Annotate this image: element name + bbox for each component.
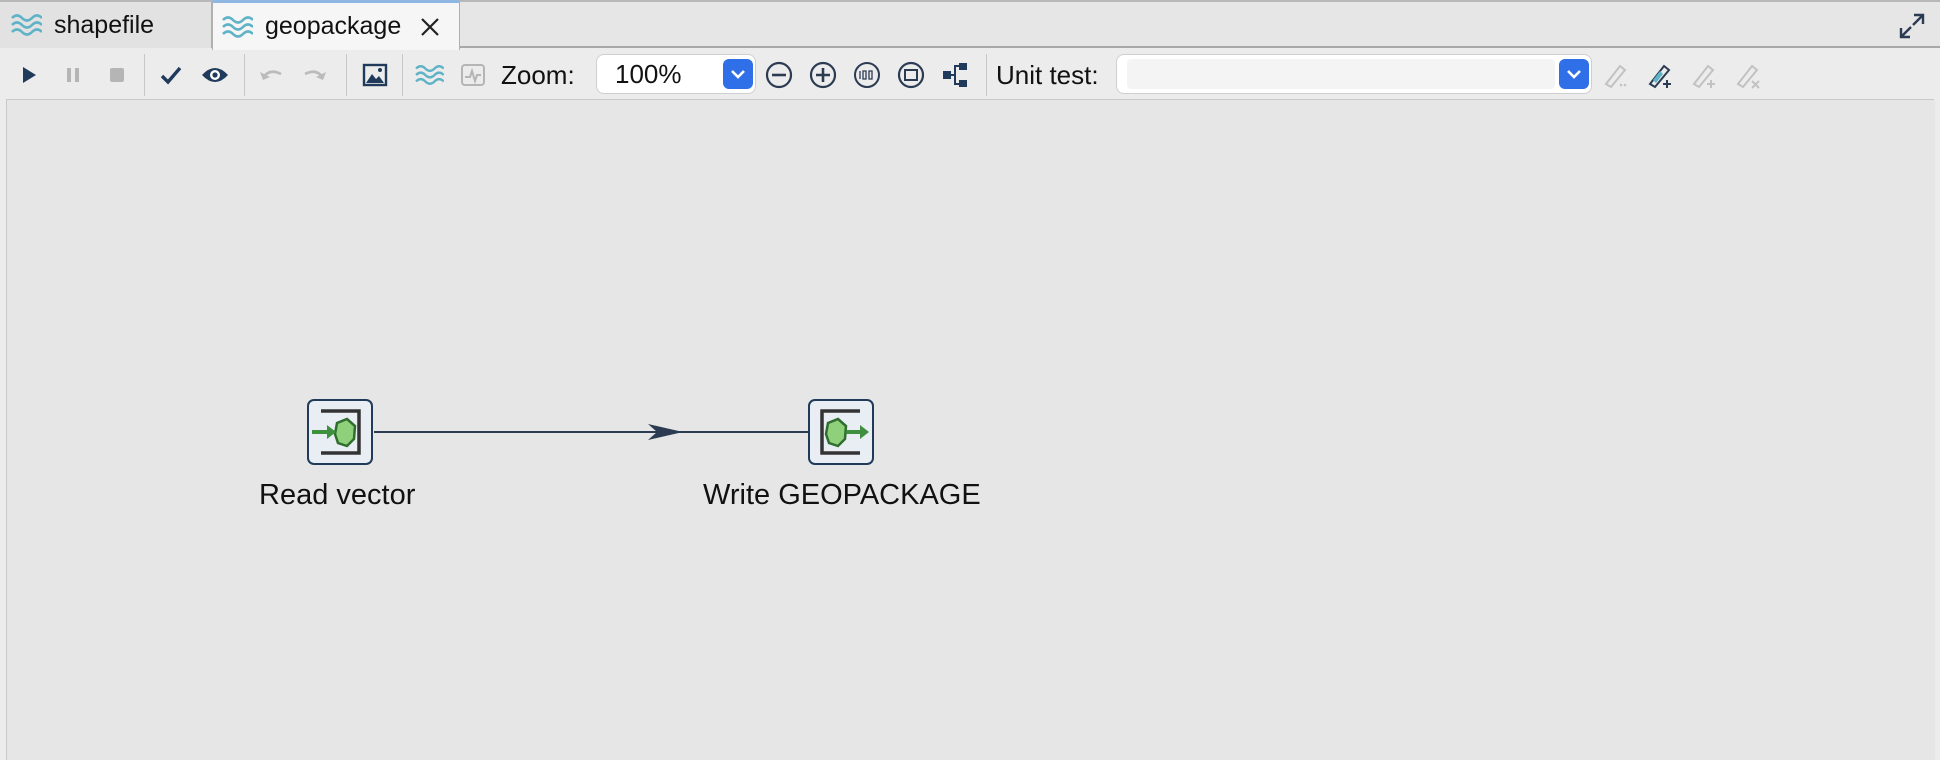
run-icon[interactable] [14, 60, 44, 90]
image-export-icon[interactable] [360, 60, 390, 90]
chevron-down-icon[interactable] [1559, 59, 1589, 89]
toolbar: Zoom: 100% Unit test: [6, 50, 1934, 100]
arrange-icon[interactable] [940, 60, 970, 90]
zoom-value: 100% [615, 59, 682, 89]
step-label-write-geopackage: Write GEOPACKAGE [703, 479, 981, 511]
transformation-icon [11, 14, 42, 36]
redo-icon[interactable] [300, 60, 330, 90]
chevron-down-icon[interactable] [723, 59, 753, 89]
unit-test-value-field [1127, 59, 1555, 89]
impact-icon[interactable] [458, 60, 488, 90]
tab-shapefile[interactable]: shapefile [0, 2, 212, 48]
undo-icon[interactable] [256, 60, 286, 90]
toolbar-separator [986, 54, 987, 96]
toolbar-separator [244, 54, 245, 96]
tab-geopackage[interactable]: geopackage [212, 0, 460, 50]
tab-label: geopackage [265, 12, 402, 40]
hop-layer [374, 424, 808, 440]
transformation-canvas[interactable]: Read vector Write GEOPACKAGE [6, 100, 1935, 760]
step-write-geopackage[interactable] [808, 399, 874, 465]
pause-icon[interactable] [58, 60, 88, 90]
zoom-100-icon[interactable] [852, 60, 882, 90]
preview-icon[interactable] [200, 60, 230, 90]
toolbar-separator [402, 54, 403, 96]
unit-test-label: Unit test: [996, 60, 1099, 90]
zoom-fit-icon[interactable] [896, 60, 926, 90]
unit-test-edit-icon[interactable] [1600, 60, 1630, 90]
unit-test-add-icon[interactable] [1688, 60, 1718, 90]
check-icon[interactable] [156, 60, 186, 90]
maximize-icon[interactable] [1898, 12, 1926, 40]
stop-icon[interactable] [102, 60, 132, 90]
zoom-select[interactable]: 100% [596, 54, 756, 94]
zoom-in-icon[interactable] [808, 60, 838, 90]
close-icon[interactable] [419, 16, 441, 38]
transformation-icon[interactable] [414, 60, 444, 90]
step-read-vector[interactable] [307, 399, 373, 465]
unit-test-new-icon[interactable] [1644, 60, 1674, 90]
zoom-out-icon[interactable] [764, 60, 794, 90]
unit-test-delete-icon[interactable] [1732, 60, 1762, 90]
zoom-label: Zoom: [501, 60, 575, 90]
transformation-icon [222, 15, 253, 38]
hop-read-vector-to-write-geopackage[interactable] [374, 424, 808, 440]
step-label-read-vector: Read vector [259, 479, 416, 511]
tab-label: shapefile [54, 10, 155, 39]
toolbar-separator [144, 54, 145, 96]
unit-test-select[interactable] [1116, 54, 1592, 94]
tab-bar: shapefile geopackage [0, 0, 1940, 50]
toolbar-separator [346, 54, 347, 96]
